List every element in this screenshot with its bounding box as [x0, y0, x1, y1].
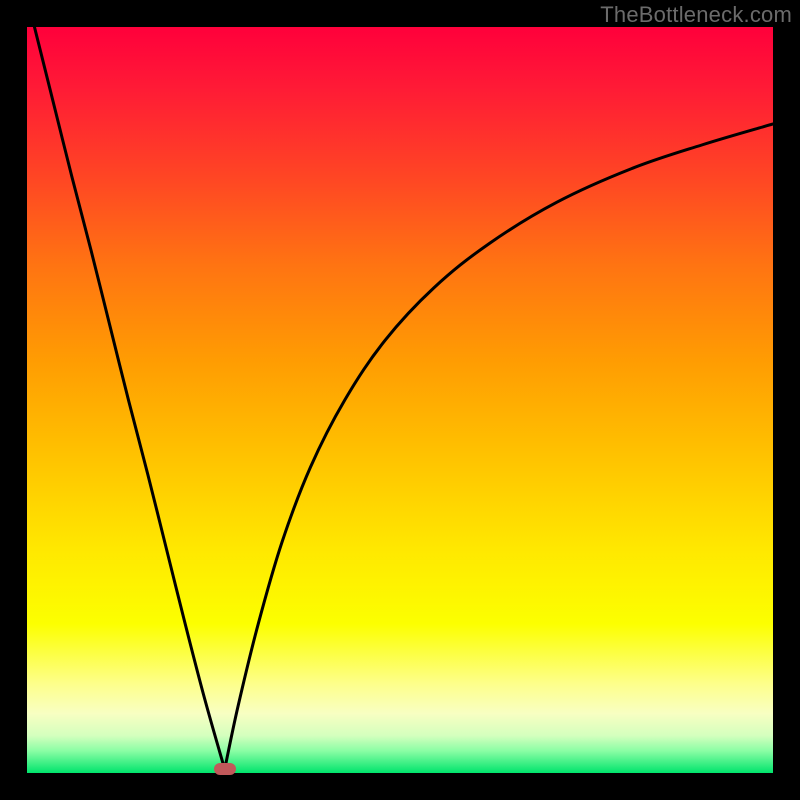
bottleneck-curve: [27, 27, 773, 773]
chart-frame: TheBottleneck.com: [0, 0, 800, 800]
curve-left-branch: [34, 27, 224, 769]
watermark-text: TheBottleneck.com: [600, 2, 792, 28]
curve-right-branch: [225, 124, 773, 769]
optimum-marker: [214, 763, 236, 775]
plot-area: [27, 27, 773, 773]
